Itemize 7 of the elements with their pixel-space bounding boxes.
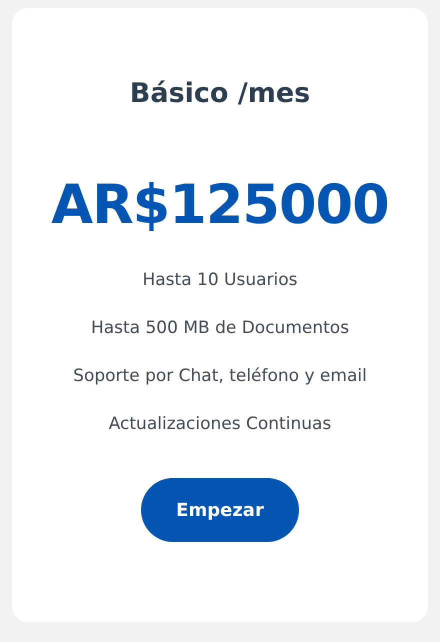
feature-text: Hasta 10 Usuarios (142, 269, 298, 292)
feature-text: Soporte por Chat, teléfono y email (73, 365, 367, 388)
feature-text: Actualizaciones Continuas (108, 413, 332, 436)
feature-text: Hasta 500 MB de Documentos (90, 317, 350, 340)
plan-price: AR$125000 (51, 172, 389, 238)
start-button[interactable]: Empezar (141, 478, 299, 542)
plan-title: Básico /mes (130, 77, 310, 111)
